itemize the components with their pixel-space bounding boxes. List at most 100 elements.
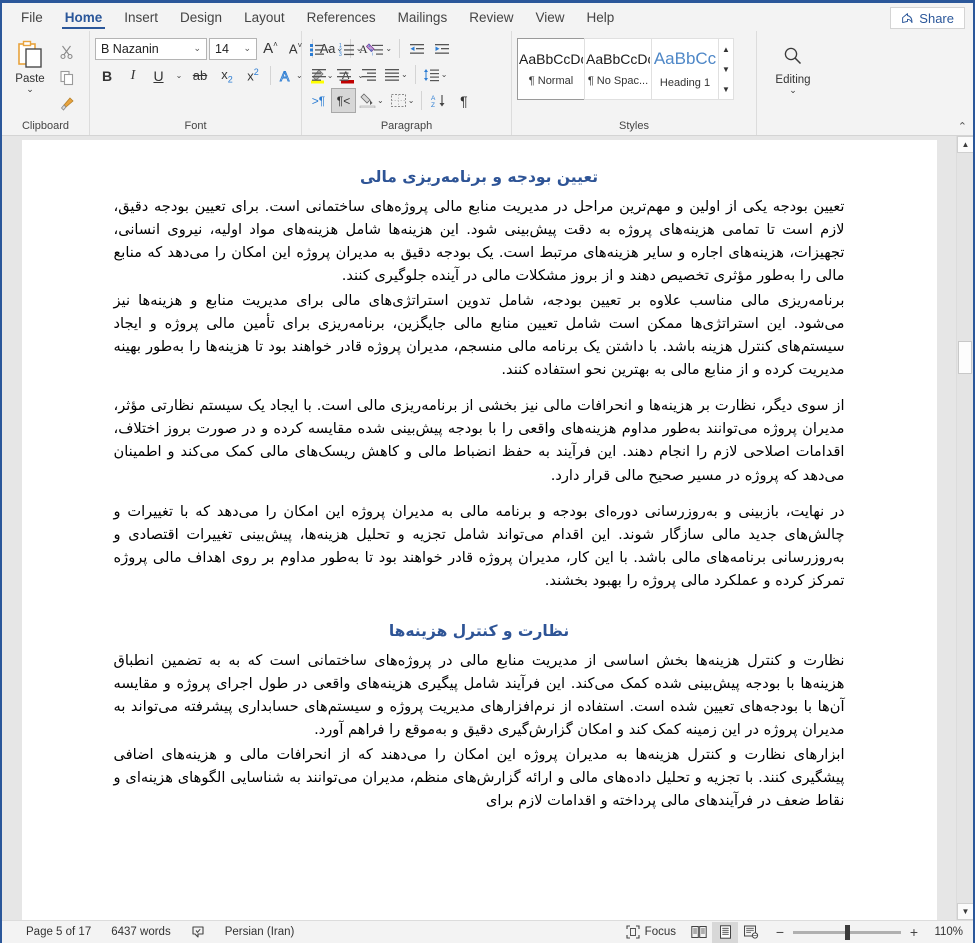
borders-chevron-down-icon[interactable]: ⌄ — [408, 96, 415, 105]
print-layout-button[interactable] — [712, 921, 738, 943]
sort-button[interactable]: A Z — [427, 89, 450, 112]
editing-group-label — [762, 118, 824, 135]
tab-view[interactable]: View — [524, 4, 575, 31]
ribbon-tab-bar: File Home Insert Design Layout Reference… — [2, 0, 973, 31]
format-painter-button[interactable] — [55, 92, 79, 115]
style-normal[interactable]: AaBbCcDc ¶ Normal — [517, 38, 585, 100]
proofing-status[interactable] — [181, 922, 215, 943]
paste-dropdown-chevron-down-icon[interactable]: ⌄ — [26, 85, 34, 94]
zoom-slider-track[interactable] — [793, 924, 901, 940]
superscript-button[interactable]: x2 — [241, 64, 265, 87]
increase-indent-button[interactable] — [430, 37, 453, 60]
svg-text:i: i — [372, 51, 373, 56]
editing-chevron-down-icon[interactable]: ⌄ — [789, 86, 797, 95]
tab-home[interactable]: Home — [54, 4, 114, 31]
styles-scroll-down-icon[interactable]: ▼ — [719, 59, 733, 79]
language-status[interactable]: Persian (Iran) — [215, 922, 305, 943]
underline-button[interactable]: U — [147, 64, 170, 87]
scroll-up-arrow-icon[interactable]: ▲ — [957, 136, 973, 153]
read-mode-icon — [691, 925, 707, 939]
grow-font-button[interactable]: A˄ — [259, 37, 282, 60]
align-left-icon — [311, 68, 327, 81]
font-name-input[interactable]: B Nazanin ⌄ — [95, 37, 207, 60]
tab-design[interactable]: Design — [169, 4, 233, 31]
subscript-icon: x2 — [221, 66, 233, 85]
scrollbar-track[interactable] — [957, 153, 973, 903]
scroll-down-arrow-icon[interactable]: ▼ — [957, 903, 973, 920]
font-size-chevron-down-icon[interactable]: ⌄ — [240, 43, 254, 54]
styles-scroll-up-icon[interactable]: ▲ — [719, 39, 733, 59]
style-no-spacing[interactable]: AaBbCcDc ¶ No Spac... — [584, 38, 652, 100]
ribbon-collapse-chevron-up-icon[interactable]: ⌃ — [958, 120, 967, 133]
superscript-icon: x2 — [247, 67, 259, 84]
left-to-right-button[interactable]: >¶ — [307, 89, 330, 112]
shading-chevron-down-icon[interactable]: ⌄ — [377, 96, 384, 105]
align-left-button[interactable] — [307, 63, 330, 86]
line-spacing-icon — [423, 68, 440, 82]
document-page[interactable]: تعیین بودجه و برنامه‌ریزی مالی تعیین بود… — [21, 140, 937, 920]
multilevel-chevron-down-icon[interactable]: ⌄ — [385, 44, 392, 53]
document-area: تعیین بودجه و برنامه‌ریزی مالی تعیین بود… — [2, 136, 973, 920]
italic-button[interactable]: I — [121, 64, 145, 87]
tab-mailings[interactable]: Mailings — [387, 4, 459, 31]
multilevel-list-icon: 1 a i — [368, 42, 384, 56]
left-to-right-icon: >¶ — [311, 93, 326, 108]
tab-references[interactable]: References — [296, 4, 387, 31]
sort-icon: A Z — [430, 93, 447, 108]
underline-dropdown[interactable]: ⌄ — [172, 64, 185, 87]
numbering-button[interactable]: 1 2 3 ⌄ — [337, 37, 365, 60]
bold-button[interactable]: B — [95, 64, 119, 87]
right-to-left-button[interactable]: ¶< — [331, 88, 356, 113]
share-button[interactable]: Share — [890, 7, 965, 29]
paste-button[interactable]: Paste ⌄ — [7, 37, 53, 115]
strikethrough-button[interactable]: ab — [187, 64, 213, 87]
bullets-button[interactable]: ⌄ — [307, 37, 335, 60]
editing-button[interactable]: Editing ⌄ — [762, 35, 824, 95]
line-spacing-chevron-down-icon[interactable]: ⌄ — [441, 70, 448, 79]
font-name-chevron-down-icon[interactable]: ⌄ — [190, 43, 204, 54]
copy-button[interactable] — [55, 66, 79, 89]
font-size-input[interactable]: 14 ⌄ — [209, 37, 257, 60]
styles-scroll-buttons: ▲ ▼ ▼ — [718, 38, 734, 100]
read-mode-button[interactable] — [686, 922, 712, 943]
zoom-level-label[interactable]: 110% — [927, 926, 963, 938]
vertical-scrollbar[interactable]: ▲ ▼ — [956, 136, 973, 920]
subscript-button[interactable]: x2 — [215, 64, 239, 87]
tab-insert[interactable]: Insert — [113, 4, 169, 31]
tab-file[interactable]: File — [10, 4, 54, 31]
page-number-status[interactable]: Page 5 of 17 — [16, 922, 101, 943]
web-layout-button[interactable] — [738, 922, 764, 943]
align-right-button[interactable] — [357, 63, 380, 86]
borders-button[interactable]: ⌄ — [388, 89, 417, 112]
justify-button[interactable]: ⌄ — [382, 63, 410, 86]
zoom-in-button[interactable]: + — [908, 925, 920, 939]
bullets-chevron-down-icon[interactable]: ⌄ — [326, 44, 333, 53]
style-heading-1[interactable]: AaBbCс Heading 1 — [651, 38, 719, 100]
cut-button[interactable] — [55, 40, 79, 63]
word-count-status[interactable]: 6437 words — [101, 922, 180, 943]
styles-more-icon[interactable]: ▼ — [719, 79, 733, 99]
zoom-out-button[interactable]: − — [774, 925, 786, 939]
justify-chevron-down-icon[interactable]: ⌄ — [401, 70, 408, 79]
scrollbar-thumb[interactable] — [958, 341, 972, 374]
strikethrough-icon: ab — [192, 68, 208, 83]
page-scroll-region[interactable]: تعیین بودجه و برنامه‌ریزی مالی تعیین بود… — [2, 136, 956, 920]
zoom-slider-thumb[interactable] — [845, 924, 850, 940]
search-icon — [782, 45, 804, 67]
tab-layout[interactable]: Layout — [233, 4, 296, 31]
text-effects-button[interactable]: A ⌄ — [276, 64, 305, 87]
shrink-font-icon: A˅ — [288, 40, 303, 57]
word-application-window: File Home Insert Design Layout Reference… — [0, 0, 975, 943]
show-formatting-marks-button[interactable]: ¶ — [452, 89, 475, 112]
tab-review[interactable]: Review — [458, 4, 524, 31]
bold-icon: B — [101, 67, 113, 84]
line-spacing-button[interactable]: ⌄ — [421, 63, 450, 86]
align-center-button[interactable] — [332, 63, 355, 86]
multilevel-list-button[interactable]: 1 a i ⌄ — [366, 37, 394, 60]
decrease-indent-button[interactable] — [405, 37, 428, 60]
focus-mode-button[interactable]: Focus — [616, 922, 686, 943]
tab-help[interactable]: Help — [576, 4, 626, 31]
style-heading-1-sample: AaBbCс — [653, 49, 717, 68]
shading-button[interactable]: ⌄ — [357, 89, 386, 112]
numbering-chevron-down-icon[interactable]: ⌄ — [356, 44, 363, 53]
